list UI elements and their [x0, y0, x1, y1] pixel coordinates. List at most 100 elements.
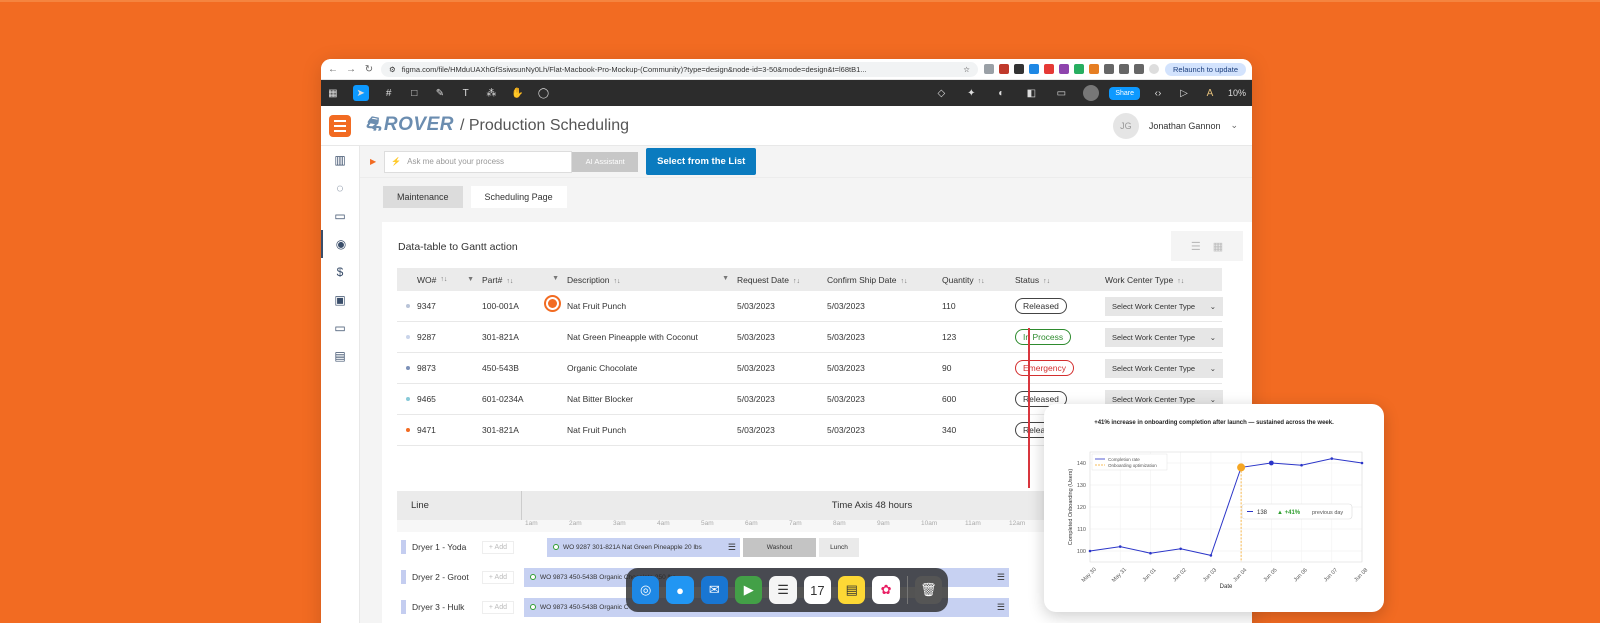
sort-icon[interactable]: ↑↓ [900, 278, 907, 285]
filter-icon[interactable]: ▼ [722, 275, 729, 282]
hand-tool-icon[interactable]: ✋ [511, 85, 523, 101]
header-description[interactable]: Description ↑↓ ▼ [567, 275, 737, 285]
dev-mode-icon[interactable]: ‹› [1150, 85, 1166, 101]
style-icon[interactable]: ✦ [963, 85, 979, 101]
map-icon[interactable]: ▤ [321, 342, 359, 370]
dollar-icon[interactable]: $ [321, 258, 359, 286]
extension-icon[interactable] [998, 64, 1009, 74]
ai-assistant-button[interactable]: AI Assistant [572, 151, 639, 172]
puzzle-icon[interactable] [1103, 64, 1114, 74]
work-center-select[interactable]: Select Work Center Type ⌄ [1105, 358, 1223, 378]
comment-icon[interactable]: ◯ [538, 85, 550, 101]
shape-tool-icon[interactable]: □ [408, 85, 420, 101]
ai-input[interactable]: ⚡ Ask me about your process [384, 150, 573, 173]
back-icon[interactable]: ← [327, 64, 339, 75]
search-chat-icon[interactable]: ◌ [321, 174, 359, 202]
header-part[interactable]: Part# ↑↓ ▼ [482, 275, 567, 285]
download-icon[interactable] [1118, 64, 1129, 74]
folder-icon[interactable]: ▭ [321, 202, 359, 230]
analytics-icon[interactable]: ▥ [321, 146, 359, 174]
present-icon[interactable]: ▷ [1176, 85, 1192, 101]
mail-icon[interactable]: ✉ [700, 576, 729, 604]
header-request-date[interactable]: Request Date ↑↓ [737, 275, 827, 285]
hamburger-menu-button[interactable] [329, 114, 351, 137]
extension-icon[interactable] [1028, 64, 1039, 74]
reminders-icon[interactable]: ☰ [769, 576, 797, 604]
font-icon[interactable]: A [1202, 85, 1218, 101]
profile-icon[interactable] [1148, 64, 1159, 74]
facetime-icon[interactable]: ▶ [735, 576, 763, 604]
sort-icon[interactable]: ↑↓ [614, 278, 621, 285]
drag-handle-icon[interactable] [544, 295, 561, 312]
add-task-button[interactable]: + Add [481, 540, 514, 554]
site-settings-icon[interactable]: ⚙ [389, 65, 396, 74]
user-menu[interactable]: JG Jonathan Gannon ⌄ [1112, 112, 1238, 139]
trash-icon[interactable]: 🗑 [914, 576, 943, 604]
task-menu-icon[interactable]: ☰ [728, 542, 736, 553]
pen-tool-icon[interactable]: ✎ [434, 85, 446, 101]
list-view-icon[interactable]: ☰ [1191, 240, 1201, 253]
resources-icon[interactable]: ⁂ [486, 85, 498, 101]
extension-icon[interactable] [1073, 64, 1084, 74]
move-tool-icon[interactable]: ➤ [352, 85, 369, 101]
zoom-level[interactable]: 10% [1228, 88, 1246, 98]
share-button[interactable]: Share [1109, 86, 1141, 100]
gantt-task[interactable]: Lunch [819, 537, 859, 557]
add-task-button[interactable]: + Add [481, 570, 514, 584]
sort-icon[interactable]: ↑↓ [440, 276, 447, 283]
extension-icon[interactable] [983, 64, 994, 74]
header-confirm-ship-date[interactable]: Confirm Ship Date ↑↓ [827, 275, 942, 285]
contrast-icon[interactable]: ◐ [993, 85, 1009, 101]
gantt-task[interactable]: Washout [743, 537, 816, 557]
task-menu-icon[interactable]: ☰ [997, 602, 1005, 613]
boolean-icon[interactable]: ◧ [1023, 85, 1039, 101]
gantt-task[interactable]: WO 9287 301-821A Nat Green Pineapple 20 … [547, 537, 740, 557]
bookmark-star-icon[interactable]: ☆ [963, 65, 970, 74]
user-avatar-icon[interactable] [1083, 85, 1100, 101]
grid-view-icon[interactable]: ▦ [1213, 240, 1223, 253]
work-center-select[interactable]: Select Work Center Type ⌄ [1105, 296, 1223, 316]
sidepanel-icon[interactable] [1133, 64, 1144, 74]
extension-icon[interactable] [1058, 64, 1069, 74]
sort-icon[interactable]: ↑↓ [1177, 278, 1184, 285]
add-task-button[interactable]: + Add [481, 600, 514, 614]
crop-icon[interactable]: ▭ [1053, 85, 1069, 101]
task-menu-icon[interactable]: ☰ [997, 572, 1005, 583]
relaunch-button[interactable]: Relaunch to update [1164, 62, 1246, 76]
extension-icon[interactable] [1088, 64, 1099, 74]
folder-icon[interactable]: ▭ [321, 314, 359, 342]
safari-icon[interactable]: ◎ [632, 576, 660, 604]
select-from-list-button[interactable]: Select from the List [646, 148, 757, 175]
table-row[interactable]: 9873 450-543B Organic Chocolate 5/03/202… [397, 353, 1223, 384]
address-bar[interactable]: ⚙ figma.com/file/HMduUAXhGfSsiwsunNy0Lh/… [381, 61, 978, 77]
filter-icon[interactable]: ▼ [552, 275, 559, 282]
photos-icon[interactable]: ✿ [872, 576, 900, 604]
tab-maintenance[interactable]: Maintenance [383, 186, 463, 208]
figma-menu-icon[interactable]: ▦ [327, 85, 339, 101]
header-work-center-type[interactable]: Work Center Type ↑↓ [1105, 275, 1222, 285]
chevron-down-icon[interactable]: ⌄ [1230, 120, 1238, 131]
filter-icon[interactable]: ▼ [467, 276, 474, 283]
text-tool-icon[interactable]: T [460, 85, 472, 101]
calendar-icon[interactable]: 17 [803, 576, 832, 604]
reload-icon[interactable]: ↻ [363, 64, 375, 75]
play-icon[interactable]: ▶ [370, 157, 376, 166]
sort-icon[interactable]: ↑↓ [978, 278, 985, 285]
header-quantity[interactable]: Quantity ↑↓ [942, 275, 1015, 285]
extension-icon[interactable] [1043, 64, 1054, 74]
extension-icon[interactable] [1013, 64, 1024, 74]
frame-tool-icon[interactable]: # [383, 85, 395, 101]
notes-icon[interactable]: ▤ [838, 576, 866, 604]
table-row[interactable]: 9347 100-001A Nat Fruit Punch 5/03/2023 … [397, 291, 1223, 322]
header-status[interactable]: Status ↑↓ [1015, 275, 1105, 285]
component-icon[interactable]: ◇ [933, 85, 949, 101]
work-center-select[interactable]: Select Work Center Type ⌄ [1105, 327, 1223, 347]
header-wo[interactable]: WO# ↑↓ ▼ [397, 275, 482, 285]
forward-icon[interactable]: → [345, 64, 357, 75]
sort-icon[interactable]: ↑↓ [793, 278, 800, 285]
messages-icon[interactable]: ● [666, 576, 694, 604]
scheduling-icon[interactable]: ◉ [321, 230, 359, 258]
briefcase-icon[interactable]: ▣ [321, 286, 359, 314]
sort-icon[interactable]: ↑↓ [506, 278, 513, 285]
table-row[interactable]: 9287 301-821A Nat Green Pineapple with C… [397, 322, 1223, 353]
